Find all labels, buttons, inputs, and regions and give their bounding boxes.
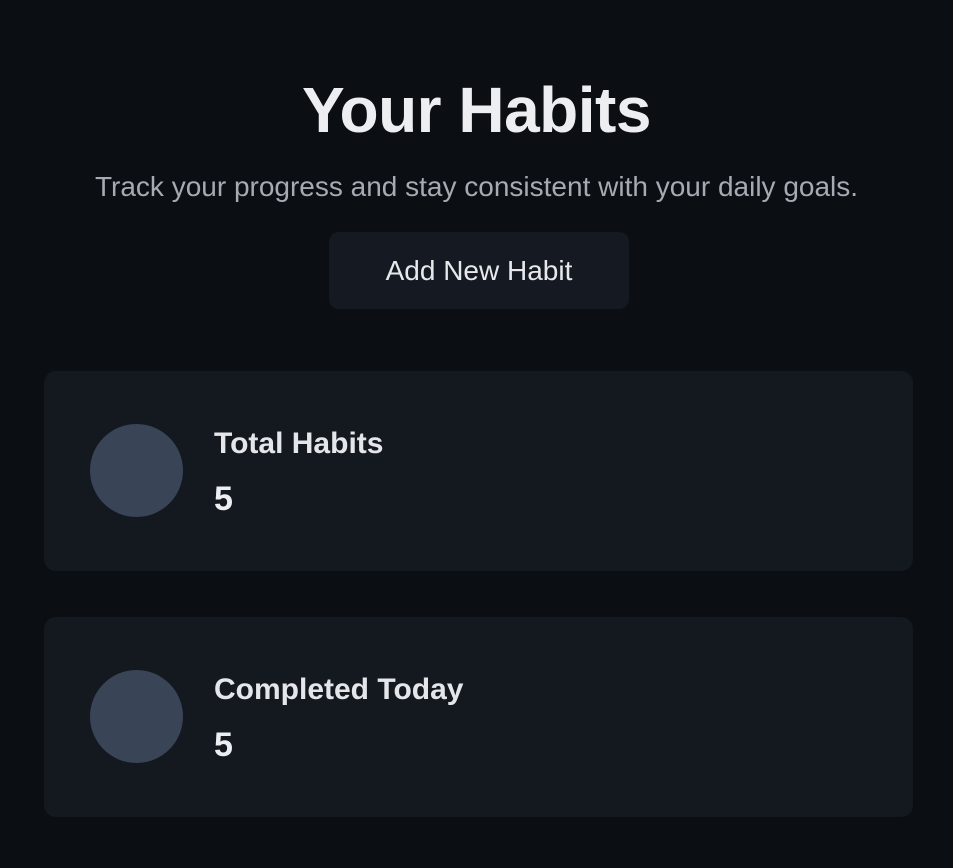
- add-new-habit-button[interactable]: Add New Habit: [329, 232, 629, 309]
- page-subtitle: Track your progress and stay consistent …: [94, 171, 859, 202]
- stat-value: 5: [214, 480, 233, 518]
- page-title: Your Habits: [302, 74, 651, 146]
- stat-label: Total Habits: [214, 427, 384, 460]
- stat-avatar-placeholder: [90, 424, 183, 517]
- stat-avatar-placeholder: [90, 670, 183, 763]
- habits-page: Your Habits Track your progress and stay…: [0, 0, 953, 868]
- total-habits-card: Total Habits 5: [44, 371, 913, 571]
- stat-label: Completed Today: [214, 673, 464, 706]
- stat-value: 5: [214, 726, 233, 764]
- completed-today-card: Completed Today 5: [44, 617, 913, 817]
